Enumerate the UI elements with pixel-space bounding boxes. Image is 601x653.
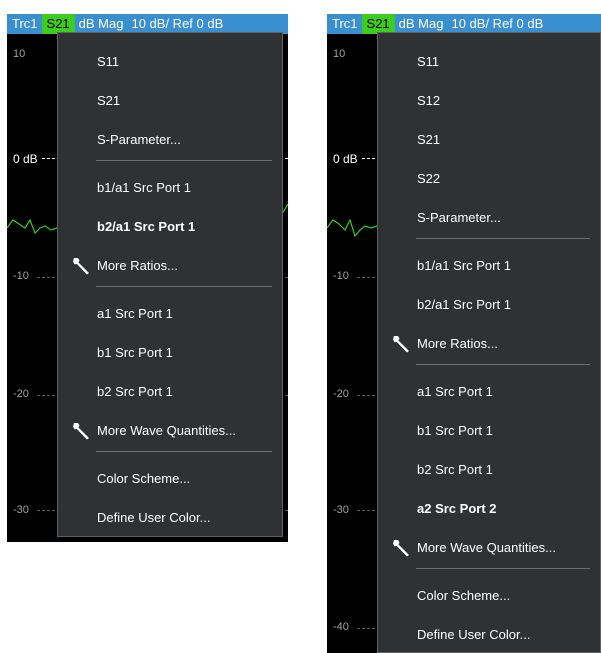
menu-separator xyxy=(416,238,590,239)
menu-item-b2-src-port-1[interactable]: b2 Src Port 1 xyxy=(58,381,282,401)
menu-item-b1-a1-src-port-1[interactable]: b1/a1 Src Port 1 xyxy=(58,177,282,197)
menu-item-b2-a1-src-port-1[interactable]: b2/a1 Src Port 1 xyxy=(378,294,600,314)
menu-separator xyxy=(416,364,590,365)
menu-item-more-ratios[interactable]: More Ratios... xyxy=(58,255,282,275)
menu-item-s21[interactable]: S21 xyxy=(58,90,282,110)
wrench-icon xyxy=(73,258,89,275)
menu-item-b1-src-port-1[interactable]: b1 Src Port 1 xyxy=(378,420,600,440)
menu-item-s-parameter[interactable]: S-Parameter... xyxy=(378,207,600,227)
menu-item-b2-a1-src-port-1[interactable]: b2/a1 Src Port 1 xyxy=(58,216,282,236)
context-menu-left: S11 S21 S-Parameter... b1/a1 Src Port 1 … xyxy=(57,32,283,537)
menu-item-s21[interactable]: S21 xyxy=(378,129,600,149)
menu-item-b2-src-port-1[interactable]: b2 Src Port 1 xyxy=(378,459,600,479)
menu-item-a1-src-port-1[interactable]: a1 Src Port 1 xyxy=(58,303,282,323)
menu-item-more-wave-quantities[interactable]: More Wave Quantities... xyxy=(378,537,600,557)
menu-item-s11[interactable]: S11 xyxy=(58,51,282,71)
menu-item-b1-a1-src-port-1[interactable]: b1/a1 Src Port 1 xyxy=(378,255,600,275)
menu-item-more-ratios[interactable]: More Ratios... xyxy=(378,333,600,353)
wrench-icon xyxy=(393,540,409,557)
menu-item-define-user-color[interactable]: Define User Color... xyxy=(378,624,600,644)
menu-item-define-user-color[interactable]: Define User Color... xyxy=(58,507,282,527)
menu-separator xyxy=(416,568,590,569)
menu-item-more-wave-quantities[interactable]: More Wave Quantities... xyxy=(58,420,282,440)
menu-item-color-scheme[interactable]: Color Scheme... xyxy=(58,468,282,488)
menu-separator xyxy=(96,451,272,452)
wrench-icon xyxy=(393,336,409,353)
menu-item-s11[interactable]: S11 xyxy=(378,51,600,71)
menu-item-a1-src-port-1[interactable]: a1 Src Port 1 xyxy=(378,381,600,401)
menu-separator xyxy=(96,286,272,287)
menu-item-s-parameter[interactable]: S-Parameter... xyxy=(58,129,282,149)
menu-separator xyxy=(96,160,272,161)
menu-item-color-scheme[interactable]: Color Scheme... xyxy=(378,585,600,605)
wrench-icon xyxy=(73,423,89,440)
menu-item-s12[interactable]: S12 xyxy=(378,90,600,110)
menu-item-a2-src-port-2[interactable]: a2 Src Port 2 xyxy=(378,498,600,518)
menu-item-s22[interactable]: S22 xyxy=(378,168,600,188)
context-menu-right: S11 S12 S21 S22 S-Parameter... b1/a1 Src… xyxy=(377,32,601,653)
menu-item-b1-src-port-1[interactable]: b1 Src Port 1 xyxy=(58,342,282,362)
